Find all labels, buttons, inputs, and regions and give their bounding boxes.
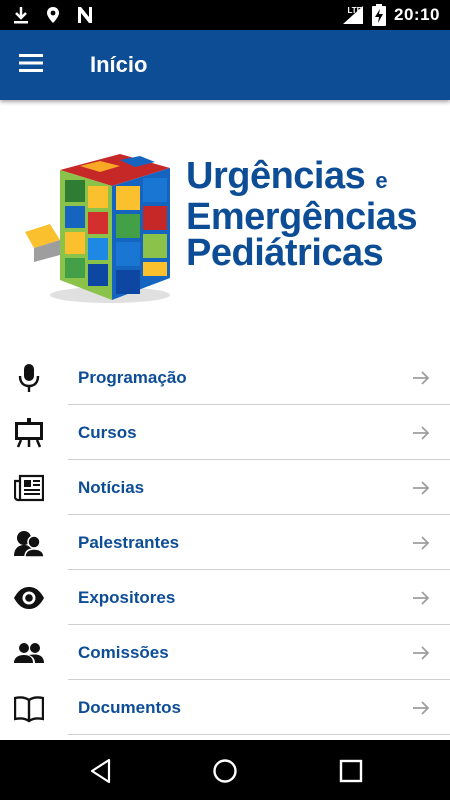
- system-nav-bar: [0, 740, 450, 800]
- menu-item-label: Notícias: [78, 478, 145, 497]
- menu-item-label: Expositores: [78, 588, 176, 607]
- menu-item-label: Comissões: [78, 643, 169, 662]
- recents-icon[interactable]: [338, 758, 364, 784]
- logo-line-3: Pediátricas: [186, 232, 384, 274]
- home-icon[interactable]: [212, 758, 238, 784]
- logo-line-1-connector: e: [375, 168, 388, 193]
- clock: 20:10: [394, 5, 440, 24]
- arrow-right-icon: [413, 646, 430, 660]
- arrow-right-icon: [413, 591, 430, 605]
- arrow-right-icon: [413, 701, 430, 715]
- newspaper-icon: [14, 474, 44, 502]
- menu-item-label: Documentos: [78, 698, 181, 717]
- logo-text: Urgências e Emergências Pediátricas: [186, 155, 418, 274]
- menu-list: Programação Cursos Notícias Palestrantes…: [0, 350, 450, 735]
- battery-charging-icon: [372, 4, 387, 26]
- menu-item-programacao[interactable]: Programação: [0, 350, 450, 405]
- back-icon[interactable]: [88, 758, 114, 784]
- arrow-right-icon: [413, 481, 430, 495]
- eye-icon: [14, 587, 44, 609]
- rubiks-cube-logo-icon: [25, 154, 170, 303]
- menu-item-label: Palestrantes: [78, 533, 180, 552]
- status-left-icons: [12, 6, 94, 24]
- status-right: LTE 20:10: [342, 4, 440, 26]
- download-icon: [14, 7, 28, 24]
- menu-item-comissoes[interactable]: Comissões: [0, 625, 450, 680]
- book-icon: [14, 696, 44, 723]
- arrow-right-icon: [413, 371, 430, 385]
- hamburger-icon[interactable]: [18, 50, 44, 76]
- page-title: Início: [90, 52, 148, 77]
- menu-item-palestrantes[interactable]: Palestrantes: [0, 515, 450, 570]
- presentation-board-icon: [15, 418, 43, 448]
- location-icon: [47, 7, 59, 23]
- menu-item-cursos[interactable]: Cursos: [0, 405, 450, 460]
- menu-item-label: Programação: [78, 368, 187, 387]
- divider: [68, 734, 450, 735]
- arrow-right-icon: [413, 536, 430, 550]
- status-bar: LTE 20:10: [0, 0, 450, 30]
- menu-item-label: Cursos: [78, 423, 137, 442]
- arrow-right-icon: [413, 426, 430, 440]
- people-icon: [14, 643, 44, 663]
- logo-line-1: Urgências: [186, 155, 366, 197]
- menu-item-noticias[interactable]: Notícias: [0, 460, 450, 515]
- n-icon: [78, 7, 92, 23]
- event-logo: Urgências e Emergências Pediátricas: [20, 150, 430, 310]
- menu-item-expositores[interactable]: Expositores: [0, 570, 450, 625]
- speakers-icon: [14, 531, 44, 558]
- menu-item-documentos[interactable]: Documentos: [0, 680, 450, 735]
- network-type: LTE: [347, 6, 362, 15]
- microphone-icon: [18, 364, 40, 392]
- logo-line-2: Emergências: [186, 196, 418, 238]
- app-bar: Início: [0, 30, 450, 100]
